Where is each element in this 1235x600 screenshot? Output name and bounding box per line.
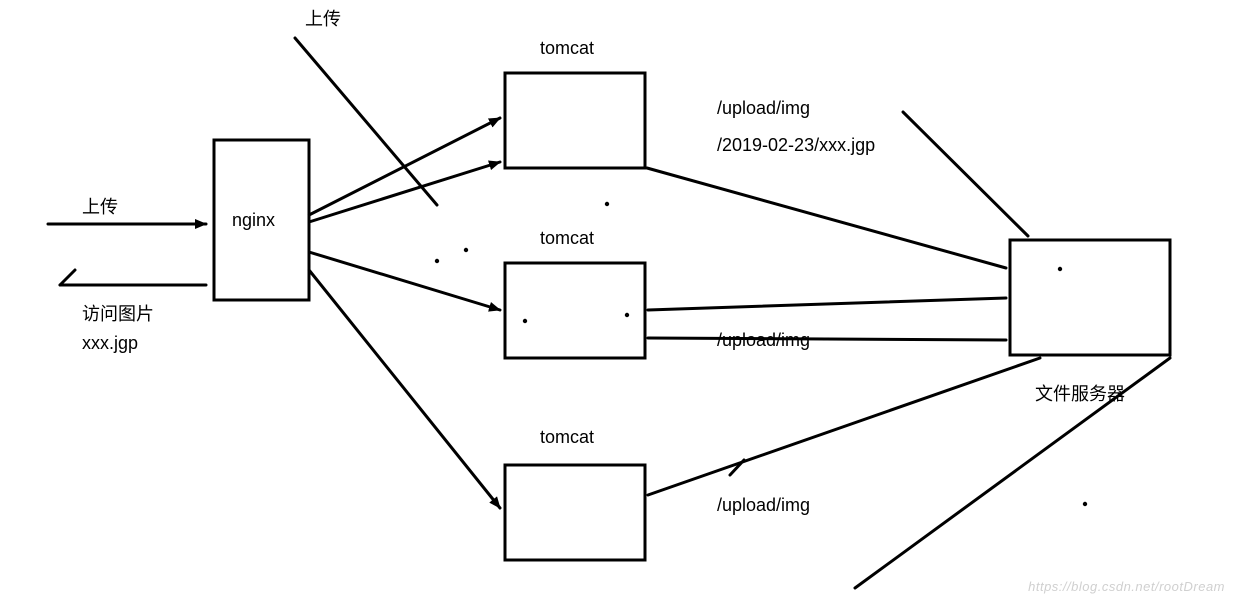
- connector-line-10: [648, 338, 1006, 340]
- connector-line-4: [309, 118, 500, 215]
- label-path2: /upload/img: [717, 330, 810, 351]
- watermark: https://blog.csdn.net/rootDream: [1028, 579, 1225, 594]
- connector-line-11: [648, 358, 1040, 495]
- connector-line-7: [309, 270, 500, 508]
- label-tomcat3: tomcat: [540, 427, 594, 448]
- connector-line-1: [295, 38, 437, 205]
- label-upload-top: 上传: [305, 5, 341, 31]
- connector-line-8: [647, 168, 1006, 268]
- box-tomcat1: [505, 73, 645, 168]
- stray-dot-6: [1083, 502, 1087, 506]
- label-upload-left: 上传: [82, 193, 118, 219]
- box-tomcat2: [505, 263, 645, 358]
- connector-line-3: [60, 270, 75, 285]
- stray-dot-3: [523, 319, 527, 323]
- label-path1-line1: /upload/img: [717, 98, 810, 119]
- connector-line-9: [648, 298, 1006, 310]
- stray-dot-4: [625, 313, 629, 317]
- label-access-image: 访问图片 xxx.jgp: [82, 300, 154, 358]
- label-nginx: nginx: [232, 210, 275, 231]
- label-path3: /upload/img: [717, 495, 810, 516]
- label-path1-line2: /2019-02-23/xxx.jgp: [717, 135, 875, 156]
- connector-line-6: [309, 252, 500, 310]
- box-server: [1010, 240, 1170, 355]
- stray-dot-2: [605, 202, 609, 206]
- connector-line-13: [903, 112, 1028, 236]
- label-file-server: 文件服务器: [1035, 380, 1125, 406]
- stray-dot-5: [1058, 267, 1062, 271]
- stray-dot-0: [464, 248, 468, 252]
- label-tomcat2: tomcat: [540, 228, 594, 249]
- connector-line-14: [730, 460, 744, 475]
- label-tomcat1: tomcat: [540, 38, 594, 59]
- box-tomcat3: [505, 465, 645, 560]
- stray-dot-1: [435, 259, 439, 263]
- connector-line-5: [309, 162, 500, 222]
